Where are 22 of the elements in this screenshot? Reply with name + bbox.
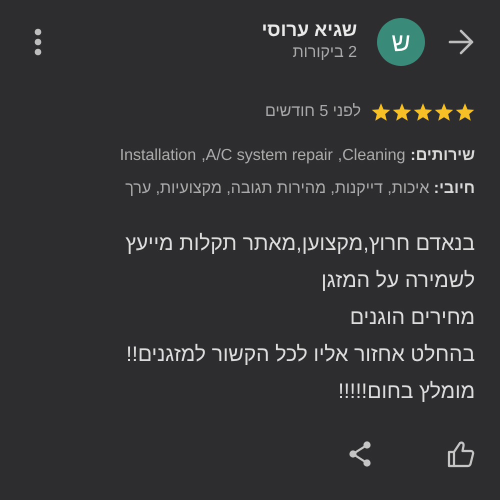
review-text-line: מחירים הוגנים (348, 305, 475, 331)
review-time: לפני 5 חודשים (264, 102, 361, 122)
thumbs-up-icon (447, 440, 475, 468)
share-icon (347, 441, 373, 467)
pros-text: חיובי: איכות, דייקנות, מהירות תגובה, מקצועיות, ערך (124, 179, 475, 199)
review-count: 2 ביקורות (292, 43, 357, 63)
review-text-line: מומלץ בחום!!!!! (337, 379, 475, 405)
star-icon (392, 102, 412, 122)
back-arrow-icon (447, 28, 475, 56)
review-text-line: בהחלט אחזור אליו לכל הקשור למזגנים!! (125, 342, 475, 368)
star-icon (371, 102, 391, 122)
review-text-line: בנאדם חרוץ,מקצוען,מאתר תקלות מייעץ (124, 231, 475, 257)
star-icon (434, 102, 454, 122)
share-button[interactable] (347, 441, 373, 467)
more-icon (33, 28, 43, 56)
avatar: ש (377, 18, 425, 66)
reviewer-name[interactable]: שגיא ערוסי (43, 20, 357, 43)
like-button[interactable] (447, 440, 475, 468)
review-text-line: לשמירה על המזגן (320, 268, 475, 294)
star-icon (455, 102, 475, 122)
back-button[interactable] (447, 28, 475, 56)
star-icon (413, 102, 433, 122)
